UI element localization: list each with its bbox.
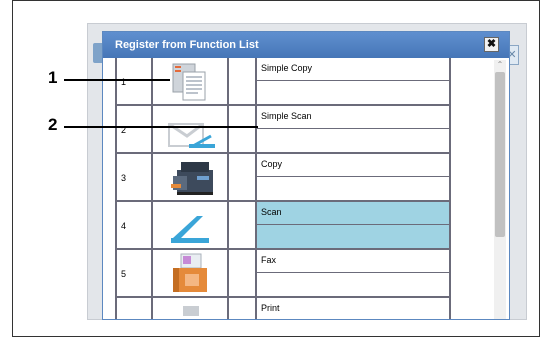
fax-icon (153, 250, 229, 296)
vertical-scrollbar[interactable]: ⌃ (494, 60, 506, 319)
function-list: 1 Simple Copy 2 Simple Scan 3 Copy 4 Sca… (113, 58, 451, 319)
simple-copy-icon (153, 58, 229, 104)
function-name-cell: Simple Scan (257, 106, 451, 152)
list-item[interactable]: 2 Simple Scan (113, 106, 451, 152)
row-number-cell: 2 (115, 106, 153, 152)
function-name-cell: Simple Copy (257, 58, 451, 104)
register-function-dialog: Register from Function List ✖ 1 Simple C… (102, 31, 510, 320)
function-name: Scan (257, 202, 449, 225)
function-name: Simple Scan (257, 106, 449, 129)
function-name: Print (257, 298, 449, 319)
row-number-cell: 3 (115, 154, 153, 200)
function-name: Simple Copy (257, 58, 449, 81)
function-name-cell: Scan (257, 202, 451, 248)
list-item-selected[interactable]: 4 Scan (113, 202, 451, 248)
scroll-thumb[interactable] (495, 72, 505, 237)
list-item[interactable]: Print (113, 298, 451, 319)
row-number-cell: 5 (115, 250, 153, 296)
function-name-cell: Print (257, 298, 451, 319)
list-item[interactable]: 5 Fax (113, 250, 451, 296)
print-icon (153, 298, 229, 319)
simple-scan-icon (153, 106, 229, 152)
copy-icon (153, 154, 229, 200)
dialog-titlebar: Register from Function List ✖ (103, 32, 509, 58)
close-button[interactable]: ✖ (484, 37, 499, 52)
callout-1-leader (64, 79, 170, 81)
list-item[interactable]: 1 Simple Copy (113, 58, 451, 104)
row-number-cell: 4 (115, 202, 153, 248)
list-item[interactable]: 3 Copy (113, 154, 451, 200)
dialog-title: Register from Function List (115, 39, 259, 51)
function-name: Fax (257, 250, 449, 273)
callout-1: 1 (48, 68, 58, 87)
row-number-cell (115, 298, 153, 319)
function-name: Copy (257, 154, 449, 177)
function-name-cell: Copy (257, 154, 451, 200)
row-number-cell: 1 (115, 58, 153, 104)
scan-icon (153, 202, 229, 248)
callout-2-leader (64, 126, 258, 128)
function-name-cell: Fax (257, 250, 451, 296)
scroll-up-icon[interactable]: ⌃ (494, 60, 506, 70)
callout-2: 2 (48, 115, 58, 134)
